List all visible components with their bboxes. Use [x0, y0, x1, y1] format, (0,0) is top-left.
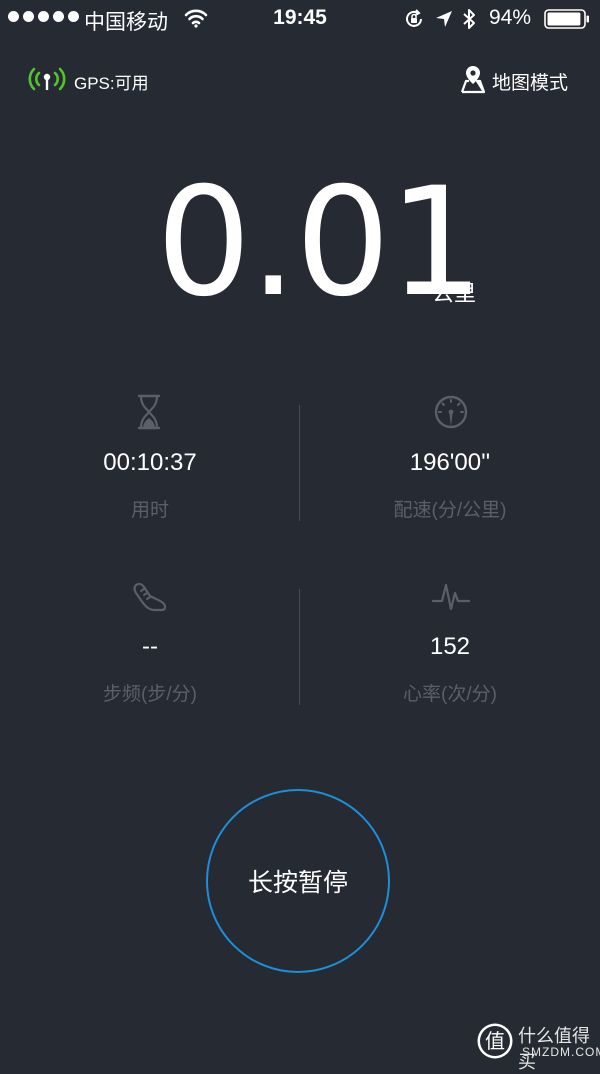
distance-unit: 公里: [432, 281, 477, 306]
gps-signal-icon: [28, 67, 66, 91]
pace-label: 配速(分/公里): [393, 500, 507, 521]
bluetooth-icon: [463, 9, 475, 29]
cadence-label: 步频(步/分): [103, 684, 197, 705]
rotation-lock-icon: [406, 9, 422, 27]
battery-icon: [544, 9, 589, 29]
watermark-domain: SMZDM.COM: [522, 1045, 600, 1059]
long-press-pause-button[interactable]: 长按暂停: [206, 789, 390, 973]
map-mode-label[interactable]: 地图模式: [492, 68, 568, 95]
heart-rate-label: 心率(次/分): [403, 684, 497, 705]
map-pin-icon[interactable]: [459, 64, 487, 94]
heart-rate-value: 152: [429, 633, 471, 660]
status-bar: 中国移动 19:45 94%: [0, 0, 600, 40]
heartbeat-icon: [431, 583, 471, 611]
gps-status-label: GPS:可用: [74, 74, 149, 93]
speedometer-icon: [434, 395, 468, 429]
location-arrow-icon: [436, 11, 452, 27]
pace-value: 196'00'': [409, 449, 491, 476]
duration-value: 00:10:37: [103, 449, 197, 476]
battery-percent: 94%: [489, 6, 532, 29]
pause-button-label: 长按暂停: [247, 869, 348, 897]
watermark-logo: 值: [477, 1023, 513, 1059]
cadence-value: --: [142, 633, 158, 660]
svg-text:值: 值: [485, 1029, 505, 1053]
shoe-icon: [133, 582, 167, 612]
hourglass-icon: [137, 394, 161, 430]
duration-label: 用时: [130, 500, 169, 521]
